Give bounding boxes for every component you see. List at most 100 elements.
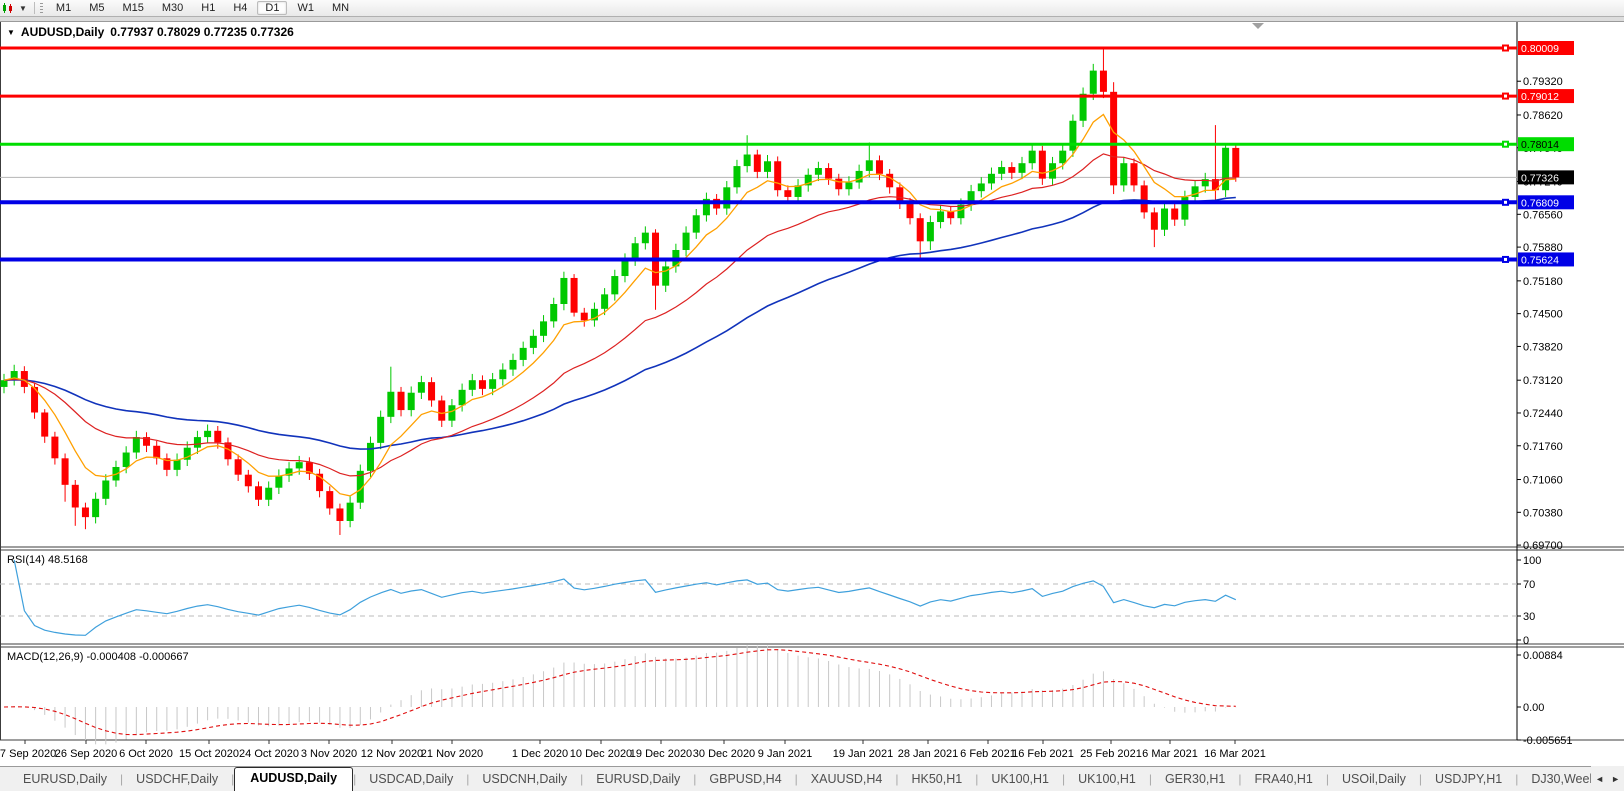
level-badge-value: 0.79012	[1521, 91, 1559, 103]
candle-body-down	[1141, 185, 1148, 212]
candle-body-up	[510, 360, 517, 370]
date-tick-label: 21 Nov 2020	[421, 748, 483, 760]
candle-body-up	[520, 348, 527, 360]
timeframe-button-mn[interactable]: MN	[324, 1, 357, 15]
candle-body-up	[347, 503, 354, 521]
candle-body-down	[51, 437, 58, 459]
level-handle-center	[1504, 201, 1507, 204]
candle-body-up	[418, 382, 425, 393]
candle-body-up	[845, 182, 852, 189]
tab-scroll-right-button[interactable]: ►	[1611, 774, 1620, 784]
chart-tab-usdcnh-daily[interactable]: USDCNH,Daily	[469, 769, 580, 791]
chart-tab-eurusd-daily[interactable]: EURUSD,Daily	[10, 769, 120, 791]
candle-body-up	[1029, 151, 1036, 164]
date-axis[interactable]	[25, 740, 1235, 744]
timeframe-button-w1[interactable]: W1	[289, 1, 322, 15]
timeframe-button-m5[interactable]: M5	[81, 1, 112, 15]
level-badge-value: 0.80009	[1521, 43, 1559, 55]
chart-tab-eurusd-daily[interactable]: EURUSD,Daily	[583, 769, 693, 791]
timeframe-button-m30[interactable]: M30	[154, 1, 191, 15]
candle-body-up	[1222, 148, 1229, 190]
candle-body-down	[82, 507, 89, 517]
chart-tab-ger30-h1[interactable]: GER30,H1	[1152, 769, 1238, 791]
level-handle-center	[1504, 258, 1507, 261]
chart-tab-audusd-daily[interactable]: AUDUSD,Daily	[234, 767, 353, 791]
timeframe-button-m15[interactable]: M15	[114, 1, 151, 15]
chart-tab-bar: EURUSD,Daily|USDCHF,Daily|AUDUSD,Daily|U…	[0, 766, 1624, 791]
date-tick-label: 16 Mar 2021	[1204, 748, 1266, 760]
date-tick-label: 6 Mar 2021	[1142, 748, 1198, 760]
candlestick-series	[1, 48, 1240, 535]
chevron-down-icon[interactable]: ▼	[18, 4, 31, 13]
candle-body-down	[479, 380, 486, 389]
chart-tab-uk100-h1[interactable]: UK100,H1	[1065, 769, 1149, 791]
candle-body-up	[1019, 163, 1026, 173]
current-price-badge-value: 0.77326	[1521, 172, 1559, 184]
candle-body-down	[886, 174, 893, 188]
date-tick-label: 17 Sep 2020	[0, 748, 56, 760]
scroll-to-end-icon[interactable]	[1252, 23, 1264, 29]
candle-body-down	[398, 392, 405, 410]
candle-body-down	[214, 431, 221, 443]
chart-tab-fra40-h1[interactable]: FRA40,H1	[1242, 769, 1326, 791]
chart-tab-uk100-h1[interactable]: UK100,H1	[978, 769, 1062, 791]
timeframe-button-h1[interactable]: H1	[193, 1, 223, 15]
candle-body-up	[530, 336, 537, 348]
price-tick-label: 0.73120	[1523, 375, 1563, 387]
date-tick-label: 15 Oct 2020	[179, 748, 239, 760]
candle-body-up	[102, 480, 109, 498]
toolbar-drag-handle[interactable]	[40, 3, 43, 14]
candle-body-down	[41, 412, 48, 436]
chart-title: ▼ AUDUSD,Daily 0.77937 0.78029 0.77235 0…	[7, 25, 294, 39]
chart-tab-usdjpy-h1[interactable]: USDJPY,H1	[1422, 769, 1515, 791]
timeframe-button-d1[interactable]: D1	[257, 1, 287, 15]
macd-tick-label: -0.005651	[1523, 735, 1573, 747]
candle-body-up	[1090, 71, 1097, 94]
candle-body-up	[632, 243, 639, 259]
level-badge-value: 0.78014	[1521, 139, 1559, 151]
chart-tab-usoil-daily[interactable]: USOil,Daily	[1329, 769, 1419, 791]
candle-body-down	[336, 508, 343, 521]
candle-body-down	[825, 168, 832, 179]
candle-body-up	[815, 168, 822, 175]
chart-tab-xauusd-h4[interactable]: XAUUSD,H4	[798, 769, 896, 791]
chart-tab-usdcad-daily[interactable]: USDCAD,Daily	[356, 769, 466, 791]
date-tick-label: 3 Nov 2020	[301, 748, 357, 760]
rsi-tick-label: 100	[1523, 555, 1541, 567]
collapse-arrow-icon[interactable]: ▼	[7, 28, 15, 37]
chart-tab-hk50-h1[interactable]: HK50,H1	[898, 769, 975, 791]
candle-body-up	[469, 380, 476, 390]
price-tick-label: 0.72440	[1523, 408, 1563, 420]
candle-body-up	[683, 233, 690, 250]
timeframe-button-h4[interactable]: H4	[225, 1, 255, 15]
ma-fast-line	[4, 115, 1236, 496]
candle-body-down	[907, 203, 914, 218]
candle-body-up	[387, 392, 394, 417]
chart-tab-gbpusd-h4[interactable]: GBPUSD,H4	[696, 769, 794, 791]
candle-body-down	[326, 491, 333, 508]
candle-body-down	[1008, 167, 1015, 173]
chart-ohlc-values: 0.77937 0.78029 0.77235 0.77326	[110, 25, 294, 39]
chart-tab-usdchf-daily[interactable]: USDCHF,Daily	[123, 769, 231, 791]
candle-body-up	[204, 431, 211, 437]
date-tick-label: 28 Jan 2021	[898, 748, 959, 760]
mt4-window: { "toolbar": { "caret": "▼", "timeframes…	[0, 0, 1624, 791]
macd-histogram	[4, 645, 1236, 744]
candle-body-up	[795, 185, 802, 197]
price-tick-label: 0.71060	[1523, 475, 1563, 487]
chart-canvas[interactable]: 0.793200.786200.779400.772400.765600.758…	[0, 0, 1624, 791]
candle-body-up	[408, 393, 415, 410]
candle-body-up	[693, 215, 700, 232]
price-tick-label: 0.75880	[1523, 242, 1563, 254]
date-tick-label: 24 Oct 2020	[239, 748, 299, 760]
candle-body-up	[550, 304, 557, 321]
price-tick-label: 0.71760	[1523, 441, 1563, 453]
macd-tick-label: 0.00884	[1523, 650, 1563, 662]
price-tick-label: 0.69700	[1523, 540, 1563, 552]
tab-scroll-left-button[interactable]: ◄	[1595, 774, 1604, 784]
chart-type-icon[interactable]	[0, 3, 18, 14]
candle-body-up	[978, 183, 985, 191]
candle-body-up	[560, 278, 567, 304]
toolbar-separator	[34, 2, 35, 14]
timeframe-button-m1[interactable]: M1	[48, 1, 79, 15]
